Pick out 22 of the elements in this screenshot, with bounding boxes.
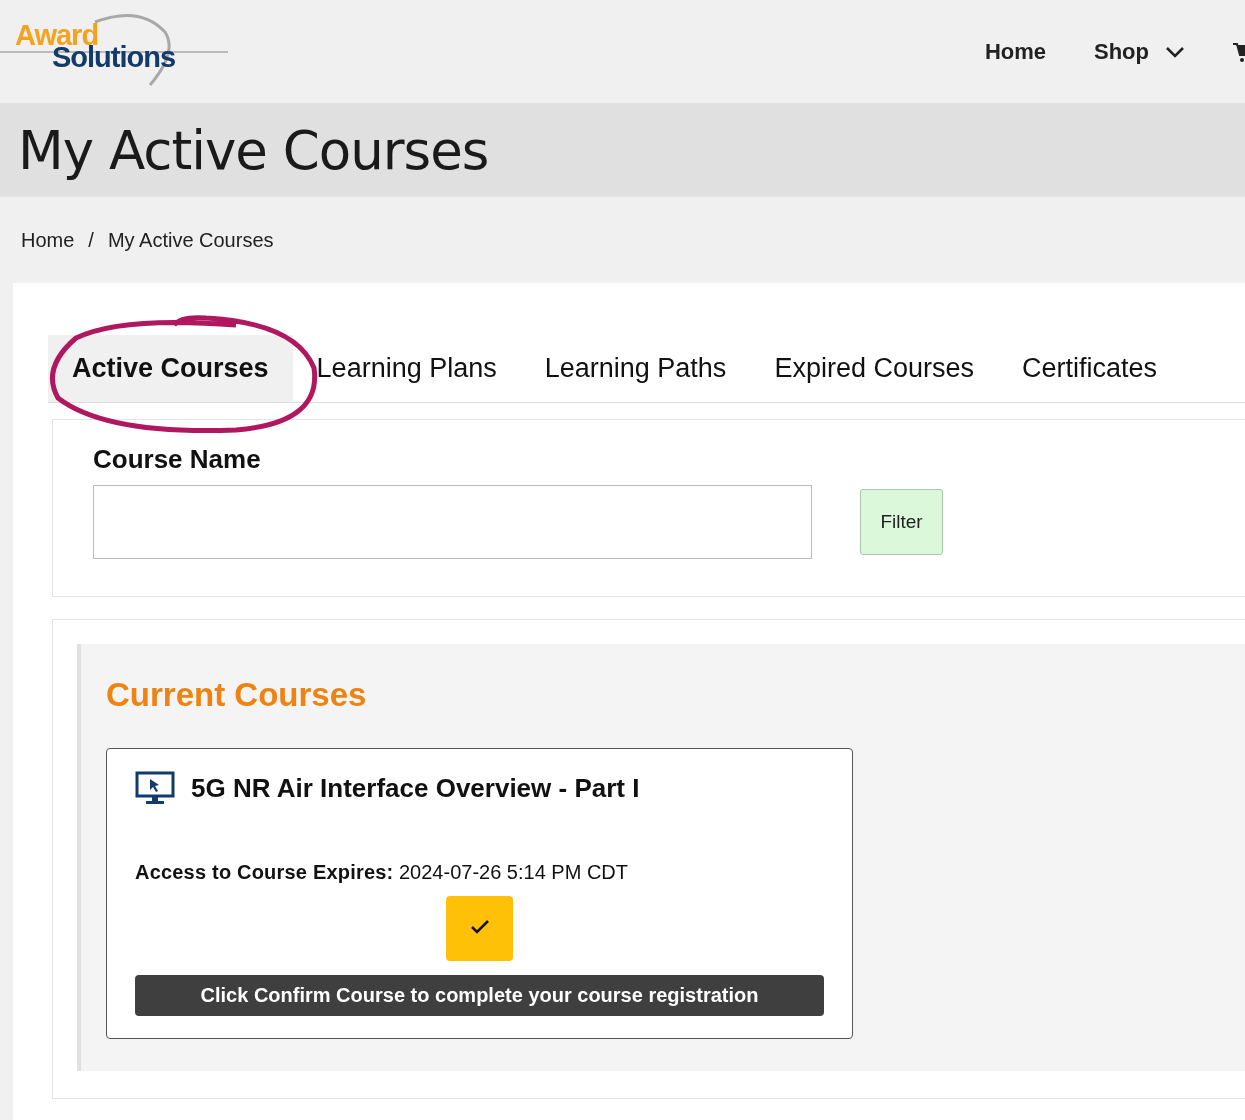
- field-label: Course Name: [93, 443, 262, 475]
- chevron-down-icon: [1165, 45, 1185, 58]
- checkmark-icon: [469, 919, 490, 935]
- tab[interactable]: Expired Courses: [750, 335, 998, 402]
- breadcrumb-current: My Active Courses: [107, 228, 274, 252]
- section-title: Current Courses: [106, 676, 368, 714]
- breadcrumb-link[interactable]: Home: [21, 228, 75, 252]
- filter-button[interactable]: Filter: [860, 489, 943, 555]
- confirm-course-button[interactable]: [446, 896, 513, 961]
- expiry-text: Access to Course Expires: 2024-07-26 5:14 PM CDT: [135, 861, 629, 884]
- monitor-cursor-icon: [135, 771, 175, 805]
- course-title: 5G NR Air Interface Overview - Part I: [191, 772, 640, 804]
- course-name-field[interactable]: [93, 485, 812, 559]
- tab[interactable]: Active Courses: [48, 335, 293, 402]
- tab[interactable]: Learning Paths: [520, 335, 751, 402]
- tab[interactable]: Learning Plans: [292, 335, 521, 402]
- registration-notice: Click Confirm Course to complete your course registration: [135, 975, 824, 1016]
- tab[interactable]: Certificates: [997, 335, 1181, 402]
- nav-dropdown[interactable]: Shop: [1094, 38, 1185, 65]
- page-title: My Active Courses: [18, 119, 489, 181]
- nav-link[interactable]: Home: [984, 38, 1046, 65]
- breadcrumb-separator: /: [88, 228, 94, 252]
